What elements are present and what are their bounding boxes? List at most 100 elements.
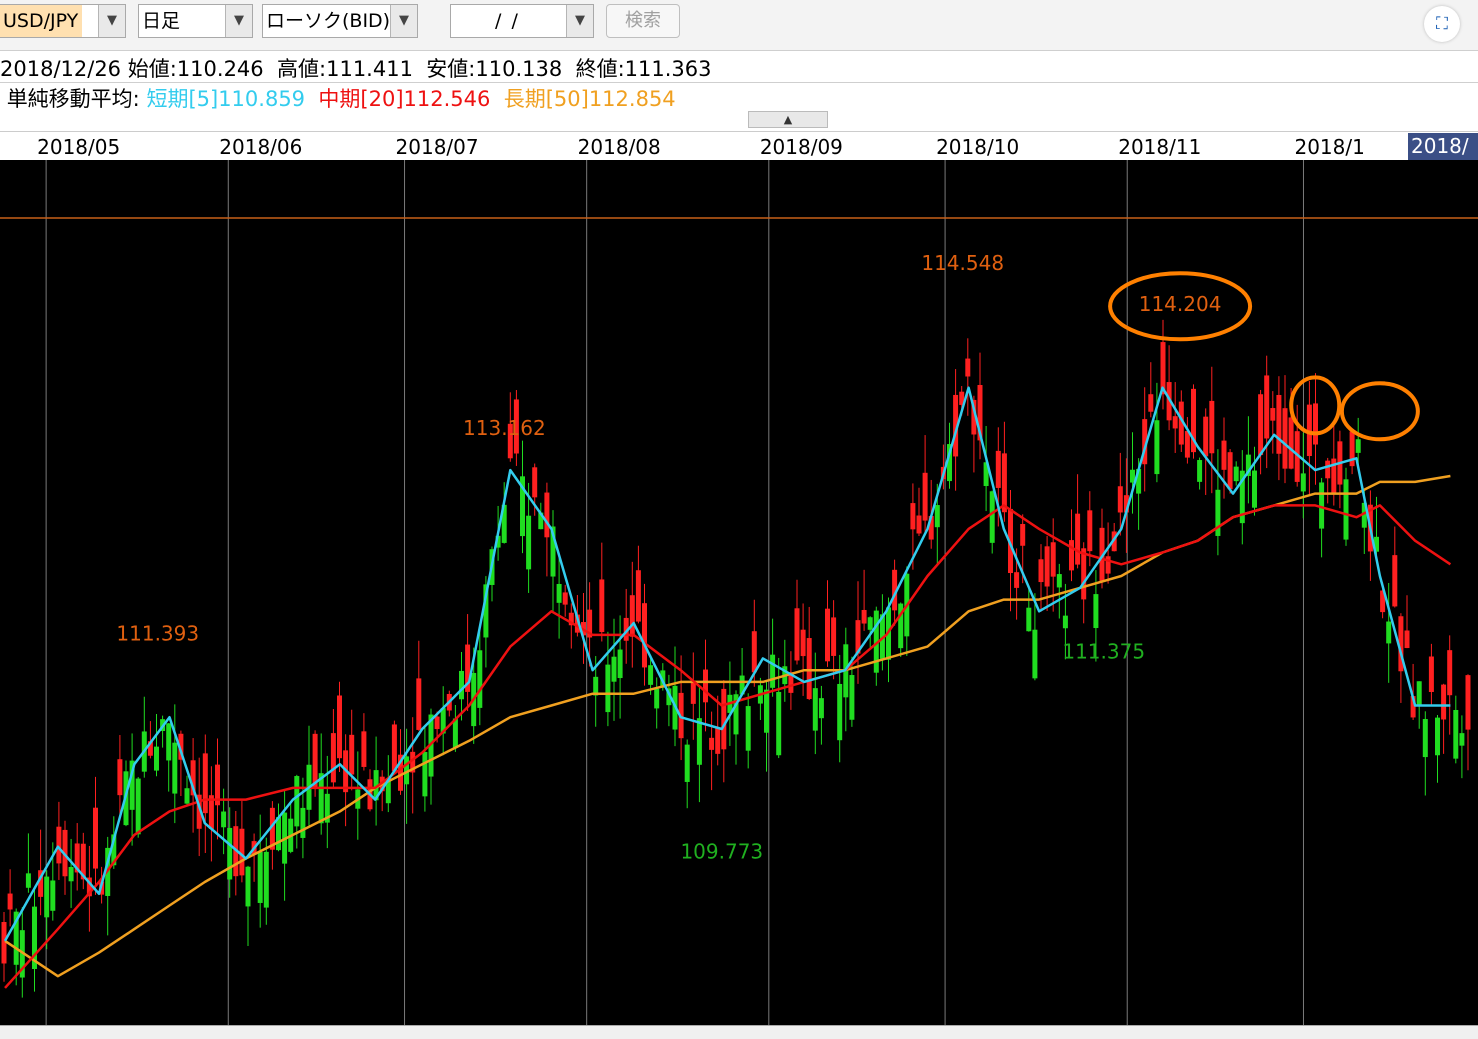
- candle-body: [93, 807, 98, 869]
- candle-body: [922, 472, 928, 521]
- ma-short: 短期[5]110.859: [146, 87, 306, 111]
- ma-mid: 中期[20]112.546: [318, 87, 491, 111]
- toolbar: USD/JPY ▼ 日足 ▼ ローソク(BID) ▼ / / ▼ 検索 ⛶: [0, 0, 1478, 51]
- chart-type-select[interactable]: ローソク(BID) ▼: [262, 4, 418, 38]
- candle-body: [135, 778, 141, 835]
- symbol-value: USD/JPY: [0, 5, 83, 37]
- candle-body: [1404, 630, 1410, 649]
- candle-body: [934, 505, 940, 528]
- date-picker[interactable]: / / ▼: [450, 4, 594, 38]
- candle-body: [459, 670, 464, 700]
- candle-body: [1160, 342, 1166, 395]
- candle-body: [770, 654, 776, 688]
- x-tick-label: 2018/07: [395, 135, 479, 159]
- candle-body: [172, 742, 178, 794]
- candle-body: [690, 681, 696, 704]
- candle-body: [1343, 479, 1349, 540]
- open-value: 110.246: [176, 57, 264, 81]
- price-annotation: 114.204: [1139, 292, 1222, 316]
- chevron-down-icon[interactable]: ▼: [390, 5, 417, 37]
- candle-body: [764, 689, 769, 733]
- candle-body: [831, 617, 837, 656]
- candle-body: [312, 733, 318, 789]
- date-value: / /: [495, 10, 520, 32]
- open-label: 始値: [127, 57, 170, 81]
- candle-body: [861, 609, 867, 624]
- ma-long: 長期[50]112.854: [503, 87, 676, 111]
- candle-body: [654, 688, 660, 709]
- chevron-down-icon[interactable]: ▼: [98, 5, 125, 37]
- candle-body: [117, 759, 123, 796]
- candle-body: [1020, 524, 1026, 546]
- current-date-label: 2018/: [1408, 133, 1478, 160]
- candle-body: [1203, 416, 1209, 457]
- candle-body: [245, 866, 251, 907]
- candle-body: [818, 698, 824, 719]
- candle-body: [1087, 510, 1093, 552]
- candle-body: [184, 788, 190, 804]
- candle-body: [1465, 675, 1471, 730]
- candle-body: [1056, 574, 1062, 588]
- x-tick-label: 2018/1: [1294, 135, 1365, 159]
- collapse-toggle-icon[interactable]: ▲: [748, 111, 828, 128]
- candle-body: [1038, 559, 1044, 583]
- candle-body: [1050, 542, 1056, 577]
- candle-body: [1441, 684, 1447, 720]
- period-value: 日足: [142, 10, 181, 32]
- candle-body: [202, 753, 208, 814]
- candle-body: [544, 492, 550, 538]
- candle-body: [1252, 470, 1257, 508]
- candle-body: [1276, 394, 1282, 454]
- candle-body: [1233, 466, 1239, 482]
- close-label: 終値: [575, 57, 618, 81]
- candle-body: [44, 876, 50, 918]
- candle-body: [562, 592, 568, 605]
- x-tick-label: 2018/11: [1118, 135, 1202, 159]
- candle-body: [477, 650, 483, 708]
- candle-body: [1447, 650, 1453, 696]
- chevron-down-icon[interactable]: ▼: [225, 5, 252, 37]
- candle-body: [1258, 394, 1264, 456]
- ohlc-bar: 2018/12/26 始値:110.246 高値:111.411 安値:110.…: [0, 52, 1478, 83]
- candle-body: [1428, 656, 1434, 692]
- candle-body: [422, 751, 428, 797]
- candle-body: [837, 683, 843, 741]
- candle-body: [1300, 473, 1306, 492]
- candle-body: [1014, 572, 1020, 588]
- candle-body: [745, 706, 751, 751]
- close-value: 111.363: [624, 57, 712, 81]
- chart-background: [0, 160, 1478, 1025]
- candle-body: [642, 603, 647, 668]
- candlestick-chart[interactable]: 111.393108.113113.162109.773114.548114.2…: [0, 160, 1478, 1025]
- candle-body: [1209, 400, 1215, 454]
- candle-body: [391, 724, 397, 772]
- chevron-down-icon[interactable]: ▼: [566, 5, 593, 37]
- candle-body: [257, 852, 263, 903]
- search-button[interactable]: 検索: [606, 4, 680, 38]
- moving-average-bar: 単純移動平均: 短期[5]110.859 中期[20]112.546 長期[50…: [0, 83, 1478, 115]
- candle-body: [1325, 460, 1331, 479]
- candle-body: [294, 776, 300, 827]
- candle-body: [611, 656, 617, 682]
- candle-body: [56, 826, 62, 864]
- candle-body: [1154, 420, 1160, 475]
- low-label: 安値: [426, 57, 469, 81]
- symbol-select[interactable]: USD/JPY ▼: [0, 4, 126, 38]
- screenshot-icon[interactable]: ⛶: [1424, 6, 1460, 42]
- candle-body: [1032, 629, 1038, 679]
- candle-body: [1453, 709, 1459, 759]
- candle-body: [617, 649, 623, 679]
- candle-body: [800, 629, 806, 657]
- price-annotation: 111.393: [116, 622, 199, 646]
- x-tick-label: 2018/08: [577, 135, 661, 159]
- candle-body: [1227, 452, 1233, 490]
- candle-body: [648, 665, 654, 685]
- candle-body: [263, 851, 269, 908]
- candle-body: [166, 723, 172, 761]
- candle-body: [1264, 375, 1270, 439]
- candle-body: [1270, 408, 1276, 421]
- candle-body: [50, 880, 56, 911]
- period-select[interactable]: 日足 ▼: [138, 4, 253, 38]
- candle-body: [989, 491, 995, 543]
- candle-body: [1197, 460, 1203, 482]
